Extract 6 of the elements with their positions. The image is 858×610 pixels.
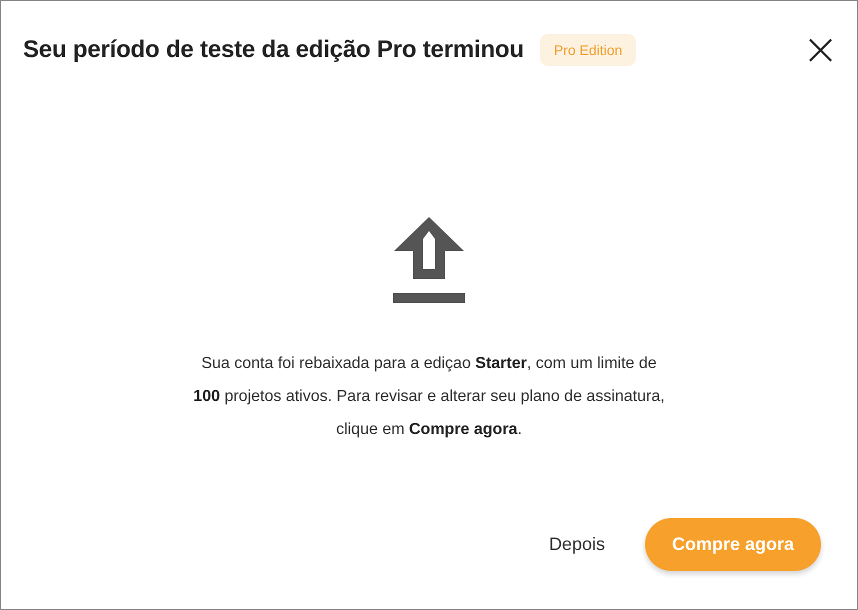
message-text: Sua conta foi rebaixada para a ediçao Starter, com um limite de 100 projetos ativos. Para revisar e alterar seu plano de assinatura, clique em Compre agora. <box>193 354 665 440</box>
dialog-title: Seu período de teste da edição Pro terminou <box>23 36 524 64</box>
later-button[interactable]: Depois <box>548 518 605 571</box>
upload-icon <box>392 217 466 303</box>
close-button[interactable]: × <box>798 32 843 68</box>
edition-badge: Pro Edition <box>540 34 636 66</box>
